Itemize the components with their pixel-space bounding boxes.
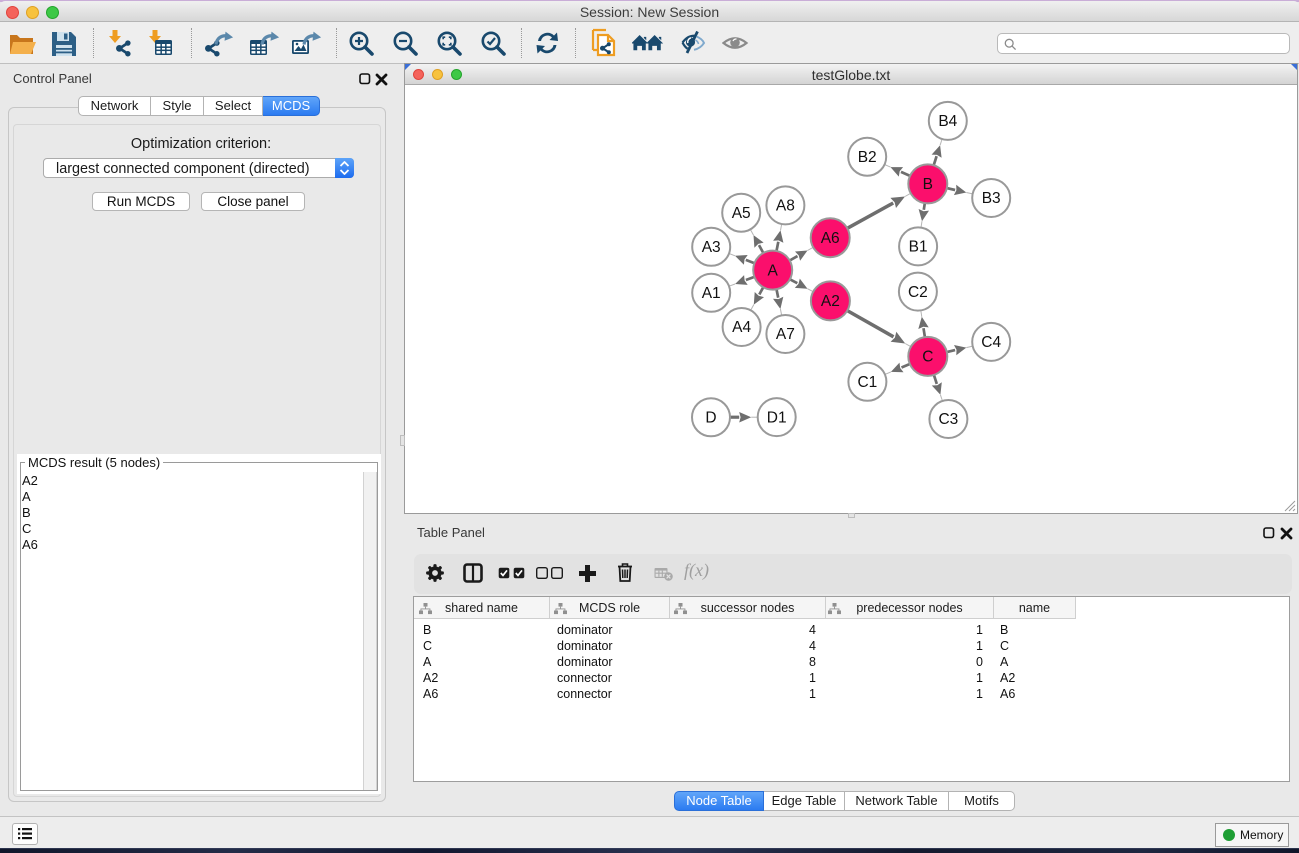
svg-text:A3: A3 [702,239,721,256]
svg-text:C: C [922,349,933,366]
svg-text:B2: B2 [858,149,877,166]
svg-text:A5: A5 [732,205,751,222]
svg-text:C3: C3 [938,411,958,428]
svg-text:A2: A2 [821,293,840,310]
svg-text:A1: A1 [702,285,721,302]
svg-text:D1: D1 [767,409,787,426]
svg-text:D: D [705,410,716,427]
svg-text:B3: B3 [982,190,1001,207]
svg-text:A8: A8 [776,198,795,215]
svg-text:C2: C2 [908,284,928,301]
svg-text:B1: B1 [909,239,928,256]
svg-text:C4: C4 [981,334,1001,351]
svg-text:B4: B4 [938,113,957,130]
svg-text:A: A [768,262,779,279]
svg-text:A6: A6 [821,230,840,247]
svg-text:C1: C1 [857,374,877,391]
svg-text:A7: A7 [776,326,795,343]
svg-text:B: B [923,176,933,193]
svg-text:A4: A4 [732,319,751,336]
